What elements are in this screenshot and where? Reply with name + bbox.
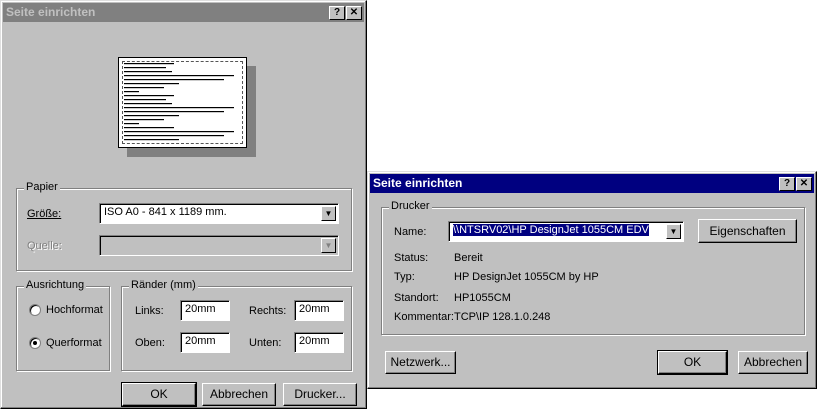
- printer-name-select[interactable]: \\NTSRV02\HP DesignJet 1055CM EDV ▼: [448, 221, 684, 242]
- printer-name-label: Name:: [394, 226, 427, 238]
- margin-bottom-label: Unten:: [249, 337, 282, 349]
- ok-button[interactable]: OK: [121, 382, 197, 407]
- chevron-down-icon[interactable]: ▼: [321, 206, 336, 221]
- portrait-radio[interactable]: [29, 304, 41, 316]
- printer-group-label: Drucker: [389, 200, 432, 212]
- margin-top-input[interactable]: 20mm: [180, 332, 230, 353]
- dialog-title: Seite einrichten: [373, 176, 463, 190]
- dialog-title: Seite einrichten: [6, 5, 96, 19]
- margin-right-label: Rechts:: [249, 305, 287, 317]
- paper-group: Papier: [16, 181, 352, 271]
- dialog-titlebar: Seite einrichten ? ✕: [3, 3, 364, 22]
- comment-value: TCP\IP 128.1.0.248: [454, 311, 551, 323]
- margin-right-input[interactable]: 20mm: [294, 300, 344, 321]
- margin-left-value: 20mm: [185, 303, 216, 315]
- orientation-group-label: Ausrichtung: [24, 279, 87, 291]
- printer-setup-dialog: Seite einrichten ? ✕ Drucker Name: \\NTS…: [367, 171, 817, 389]
- landscape-label[interactable]: Querformat: [46, 337, 102, 349]
- status-label: Status:: [394, 252, 429, 264]
- chevron-down-icon[interactable]: ▼: [666, 224, 681, 239]
- ok-button[interactable]: OK: [657, 350, 728, 375]
- landscape-radio[interactable]: [29, 337, 41, 349]
- printer-name-value: \\NTSRV02\HP DesignJet 1055CM EDV: [453, 224, 649, 236]
- margin-top-value: 20mm: [185, 335, 216, 347]
- chevron-down-icon: ▼: [321, 238, 336, 253]
- page-preview-sheet: [118, 57, 247, 148]
- page-preview: [118, 57, 256, 157]
- radio-selected-dot: [33, 341, 37, 345]
- close-button[interactable]: ✕: [796, 177, 812, 191]
- margin-top-label: Oben:: [135, 337, 165, 349]
- margin-bottom-value: 20mm: [299, 335, 330, 347]
- close-button[interactable]: ✕: [346, 6, 362, 20]
- location-label: Standort:: [394, 292, 439, 304]
- help-button[interactable]: ?: [779, 177, 795, 191]
- location-value: HP1055CM: [454, 292, 511, 304]
- margin-left-label: Links:: [135, 305, 164, 317]
- paper-source-label: Quelle:: [27, 240, 62, 252]
- dialog-titlebar: Seite einrichten ? ✕: [370, 174, 814, 193]
- status-value: Bereit: [454, 252, 483, 264]
- cancel-button[interactable]: Abbrechen: [202, 383, 276, 406]
- paper-source-select: ▼: [99, 235, 339, 256]
- margins-group-label: Ränder (mm): [129, 279, 198, 291]
- margins-group: Ränder (mm): [121, 279, 352, 371]
- margin-bottom-input[interactable]: 20mm: [294, 332, 344, 353]
- paper-size-select[interactable]: ISO A0 - 841 x 1189 mm. ▼: [99, 203, 339, 224]
- type-label: Typ:: [394, 271, 415, 283]
- comment-label: Kommentar:: [394, 311, 454, 323]
- page-setup-dialog: Seite einrichten ? ✕ Papier Größe: ISO A…: [0, 0, 367, 409]
- network-button[interactable]: Netzwerk...: [385, 351, 456, 374]
- properties-button[interactable]: Eigenschaften: [698, 219, 797, 243]
- page-preview-text-lines: [124, 63, 234, 141]
- help-button[interactable]: ?: [329, 6, 345, 20]
- margin-right-value: 20mm: [299, 303, 330, 315]
- type-value: HP DesignJet 1055CM by HP: [454, 271, 599, 283]
- paper-size-value: ISO A0 - 841 x 1189 mm.: [104, 206, 227, 218]
- portrait-label[interactable]: Hochformat: [46, 304, 103, 316]
- cancel-button[interactable]: Abbrechen: [738, 351, 808, 374]
- paper-size-label: Größe:: [27, 208, 62, 220]
- printer-button[interactable]: Drucker...: [283, 383, 357, 406]
- margin-left-input[interactable]: 20mm: [180, 300, 230, 321]
- orientation-group: Ausrichtung: [16, 279, 110, 371]
- paper-group-label: Papier: [24, 181, 60, 193]
